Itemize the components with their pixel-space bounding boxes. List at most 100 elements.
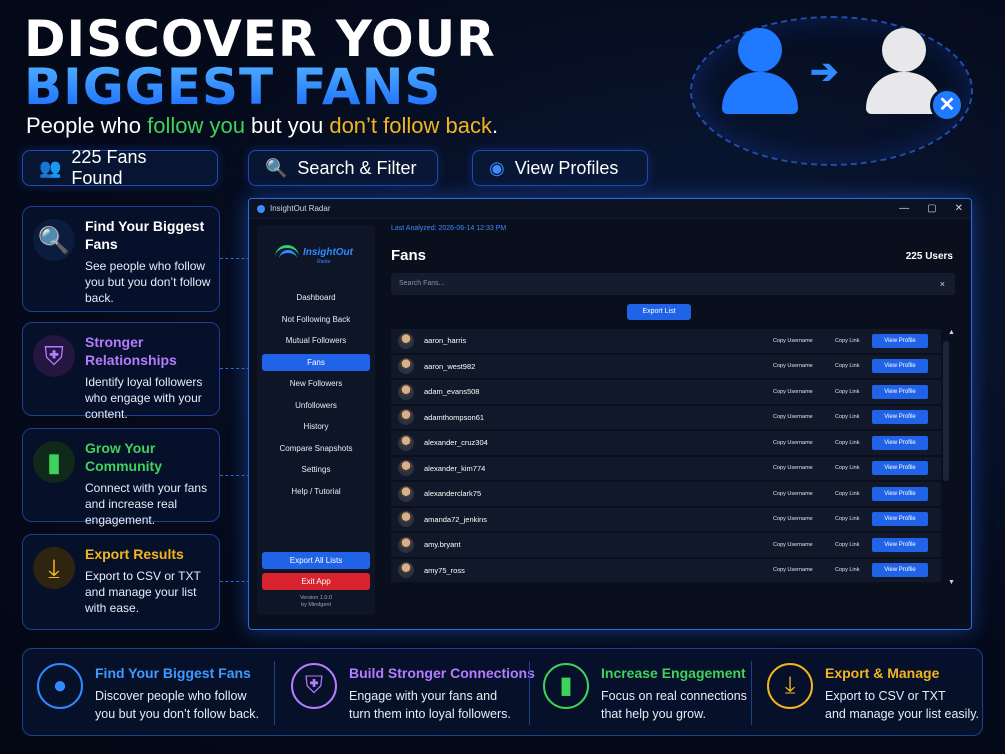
- benefit-title: Increase Engagement: [601, 665, 746, 681]
- copy-username-button[interactable]: Copy Username: [773, 414, 813, 420]
- username: amy.bryant: [424, 540, 461, 550]
- copy-username-button[interactable]: Copy Username: [773, 516, 813, 522]
- feature-desc: Identify loyal followers who engage with…: [85, 375, 203, 421]
- copy-link-button[interactable]: Copy Link: [835, 465, 859, 471]
- sidebar-item-new-followers[interactable]: New Followers: [262, 375, 370, 392]
- copy-username-button[interactable]: Copy Username: [773, 338, 813, 344]
- table-row: alexanderclark75 Copy Username Copy Link Vi…: [391, 482, 941, 506]
- follower-person-icon: [720, 28, 800, 118]
- close-window-icon[interactable]: ✕: [955, 203, 963, 214]
- copy-username-button[interactable]: Copy Username: [773, 389, 813, 395]
- fans-list: aaron_harris Copy Username Copy Link View P…: [391, 329, 941, 589]
- copy-username-button[interactable]: Copy Username: [773, 542, 813, 548]
- subline-part: .: [491, 113, 499, 138]
- benefit-desc-line: Export to CSV or TXT: [825, 689, 946, 703]
- page-title: Fans: [391, 247, 427, 264]
- benefit-desc-line: and manage your list easily.: [825, 707, 980, 721]
- benefit-desc-line: Discover people who follow: [95, 689, 247, 703]
- feature-desc: See people who follow you but you don’t …: [85, 259, 211, 305]
- table-row: adam_evans508 Copy Username Copy Link View …: [391, 380, 941, 404]
- sidebar-item-mutual-followers[interactable]: Mutual Followers: [262, 332, 370, 349]
- sidebar-item-history[interactable]: History: [262, 418, 370, 435]
- shield-handshake-icon: ⛨: [291, 663, 337, 709]
- view-profile-button[interactable]: View Profile: [872, 537, 928, 552]
- view-profile-button[interactable]: View Profile: [872, 486, 928, 501]
- scroll-down-icon[interactable]: ▼: [948, 579, 955, 586]
- view-profile-button[interactable]: View Profile: [872, 461, 928, 476]
- copy-username-button[interactable]: Copy Username: [773, 491, 813, 497]
- sidebar-item-fans[interactable]: Fans: [262, 353, 370, 371]
- benefit-title: Export & Manage: [825, 665, 940, 681]
- export-list-button[interactable]: Export List: [627, 304, 691, 320]
- feature-title: Grow Your Community: [85, 440, 162, 474]
- copy-link-button[interactable]: Copy Link: [835, 363, 859, 369]
- username: aaron_harris: [424, 336, 467, 346]
- avatar: [398, 562, 414, 579]
- bottom-benefits: ● Find Your Biggest Fans Discover people…: [22, 648, 983, 736]
- version-text: Version 1.0.0: [299, 595, 333, 601]
- view-profile-button[interactable]: View Profile: [872, 410, 928, 425]
- avatar: [398, 511, 414, 528]
- view-profile-button[interactable]: View Profile: [872, 384, 928, 399]
- copy-link-button[interactable]: Copy Link: [835, 440, 859, 446]
- exit-app-button[interactable]: Exit App: [262, 573, 370, 590]
- scrollbar[interactable]: ▲ ▼: [943, 329, 955, 586]
- last-analyzed: Last Analyzed: 2026-06-14 12:33 PM: [391, 225, 507, 232]
- search-input[interactable]: Search Fans... ×: [391, 273, 955, 295]
- scroll-thumb[interactable]: [943, 341, 949, 481]
- copy-link-button[interactable]: Copy Link: [835, 516, 859, 522]
- benefit-desc-line: Engage with your fans and: [349, 689, 498, 703]
- table-row: adamthompson61 Copy Username Copy Link View…: [391, 405, 941, 429]
- app-icon: [257, 204, 265, 213]
- sidebar-item-compare-snapshots[interactable]: Compare Snapshots: [262, 440, 370, 457]
- sidebar: InsightOut Radar Dashboard Not Following…: [257, 225, 375, 615]
- user-count: 225 Users: [905, 251, 953, 262]
- copy-username-button[interactable]: Copy Username: [773, 363, 813, 369]
- avatar: [398, 409, 414, 426]
- sidebar-item-unfollowers[interactable]: Unfollowers: [262, 397, 370, 414]
- clear-search-icon[interactable]: ×: [940, 273, 945, 295]
- hero-headline: DISCOVER YOUR BIGGEST FANS: [24, 14, 496, 112]
- export-all-button[interactable]: Export All Lists: [262, 552, 370, 569]
- hero-subline: People who follow you but you don’t foll…: [26, 113, 498, 139]
- copy-username-button[interactable]: Copy Username: [773, 440, 813, 446]
- copy-username-button[interactable]: Copy Username: [773, 465, 813, 471]
- minimize-icon[interactable]: —: [899, 203, 909, 214]
- pill-label: View Profiles: [514, 157, 619, 178]
- sidebar-item-help[interactable]: Help / Tutorial: [262, 483, 370, 500]
- view-profile-button[interactable]: View Profile: [872, 359, 928, 374]
- copy-link-button[interactable]: Copy Link: [835, 542, 859, 548]
- view-profile-button[interactable]: View Profile: [872, 435, 928, 450]
- sidebar-item-settings[interactable]: Settings: [262, 461, 370, 478]
- view-profile-button[interactable]: View Profile: [872, 512, 928, 527]
- copy-link-button[interactable]: Copy Link: [835, 491, 859, 497]
- copy-username-button[interactable]: Copy Username: [773, 567, 813, 573]
- view-profile-button[interactable]: View Profile: [872, 333, 928, 348]
- connector-line: [220, 581, 250, 582]
- avatar: [398, 332, 414, 349]
- feature-card-community: ▮ Grow Your Community Connect with your …: [22, 428, 220, 527]
- avatar: [398, 383, 414, 400]
- window-title: InsightOut Radar: [270, 204, 331, 213]
- copy-link-button[interactable]: Copy Link: [835, 414, 859, 420]
- avatar: [398, 434, 414, 451]
- benefit-export: ⤓ Export & Manage Export to CSV or TXT an…: [753, 649, 983, 737]
- pill-label: 225 Fans Found: [71, 147, 147, 188]
- sidebar-item-dashboard[interactable]: Dashboard: [262, 289, 370, 306]
- logo-subtext: Radar: [317, 259, 331, 265]
- benefit-desc-line: you but you don’t follow back.: [95, 707, 259, 721]
- copy-link-button[interactable]: Copy Link: [835, 338, 859, 344]
- copy-link-button[interactable]: Copy Link: [835, 567, 859, 573]
- copy-link-button[interactable]: Copy Link: [835, 389, 859, 395]
- scroll-up-icon[interactable]: ▲: [948, 329, 955, 336]
- maximize-icon[interactable]: ▢: [927, 203, 936, 214]
- avatar: [398, 536, 414, 553]
- table-row: amy75_ross Copy Username Copy Link View Pro…: [391, 558, 941, 582]
- divider: [274, 661, 275, 725]
- arrow-right-icon: ➔: [810, 53, 839, 91]
- sidebar-item-not-following-back[interactable]: Not Following Back: [262, 311, 370, 328]
- view-profile-button[interactable]: View Profile: [872, 563, 928, 578]
- username: amanda72_jenkins: [424, 514, 487, 524]
- download-icon: ⤓: [767, 663, 813, 709]
- headline-line-2: BIGGEST FANS: [24, 62, 496, 112]
